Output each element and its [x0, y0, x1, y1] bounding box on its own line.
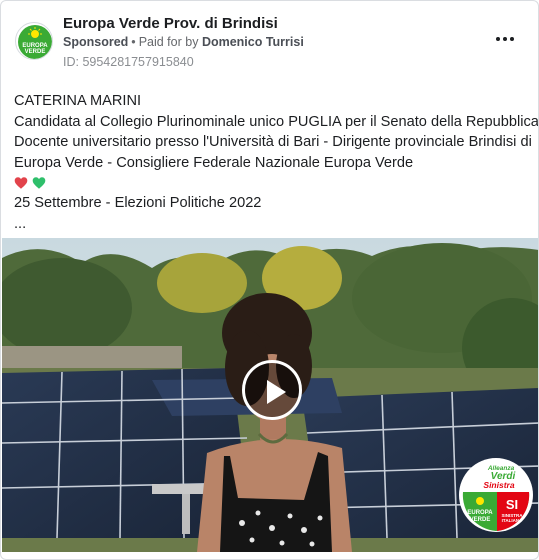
video-player[interactable]: Alleanza Verdi Sinistra EUROPA VERDE SI … — [2, 238, 538, 552]
alleanza-verdi-sinistra-logo: Alleanza Verdi Sinistra EUROPA VERDE SI … — [459, 458, 533, 532]
green-heart-icon — [32, 177, 46, 189]
body-line: Europa Verde - Consigliere Federale Nazi… — [14, 154, 414, 171]
date-line: 25 Settembre - Elezioni Politiche 2022 — [14, 195, 262, 211]
payer-name[interactable]: Domenico Turrisi — [202, 35, 304, 49]
separator-dot: • — [131, 35, 136, 49]
body-line: CATERINA MARINI — [14, 93, 142, 109]
avs-logo-icon: Alleanza Verdi Sinistra EUROPA VERDE SI … — [460, 459, 532, 531]
post-header: EUROPA VERDE Europa Verde Prov. di Brind… — [1, 1, 538, 81]
ad-id: ID: 5954281757915840 — [63, 55, 194, 69]
ad-card: EUROPA VERDE Europa Verde Prov. di Brind… — [0, 0, 539, 560]
badge-top-line3: Sinistra — [483, 480, 514, 490]
europa-verde-logo-icon: EUROPA VERDE — [18, 25, 52, 59]
page-name-link[interactable]: Europa Verde Prov. di Brindisi — [63, 15, 278, 32]
avatar-text-line2: VERDE — [25, 49, 46, 55]
emoji-row — [14, 173, 529, 193]
paid-for-label: Paid for by — [138, 35, 199, 49]
play-button[interactable] — [242, 360, 302, 420]
sponsor-line: Sponsored • Paid for by Domenico Turrisi — [63, 35, 304, 49]
badge-right-small2: ITALIANA — [502, 518, 523, 523]
badge-right-big: SI — [506, 497, 518, 512]
badge-left-line1: EUROPA — [467, 510, 493, 516]
post-body: CATERINA MARINI Candidata al Collegio Pl… — [14, 91, 539, 235]
more-options-button[interactable] — [492, 29, 518, 49]
see-more-ellipsis[interactable]: ... — [14, 214, 529, 235]
page-avatar[interactable]: EUROPA VERDE — [15, 22, 53, 60]
badge-left-line2: VERDE — [470, 517, 491, 523]
more-horizontal-icon — [496, 37, 500, 41]
body-line: Docente universitario presso l'Universit… — [14, 134, 532, 150]
sponsored-label: Sponsored — [63, 35, 129, 49]
play-icon — [267, 380, 286, 404]
red-heart-icon — [14, 177, 28, 189]
body-line: Candidata al Collegio Plurinominale unic… — [14, 113, 539, 130]
